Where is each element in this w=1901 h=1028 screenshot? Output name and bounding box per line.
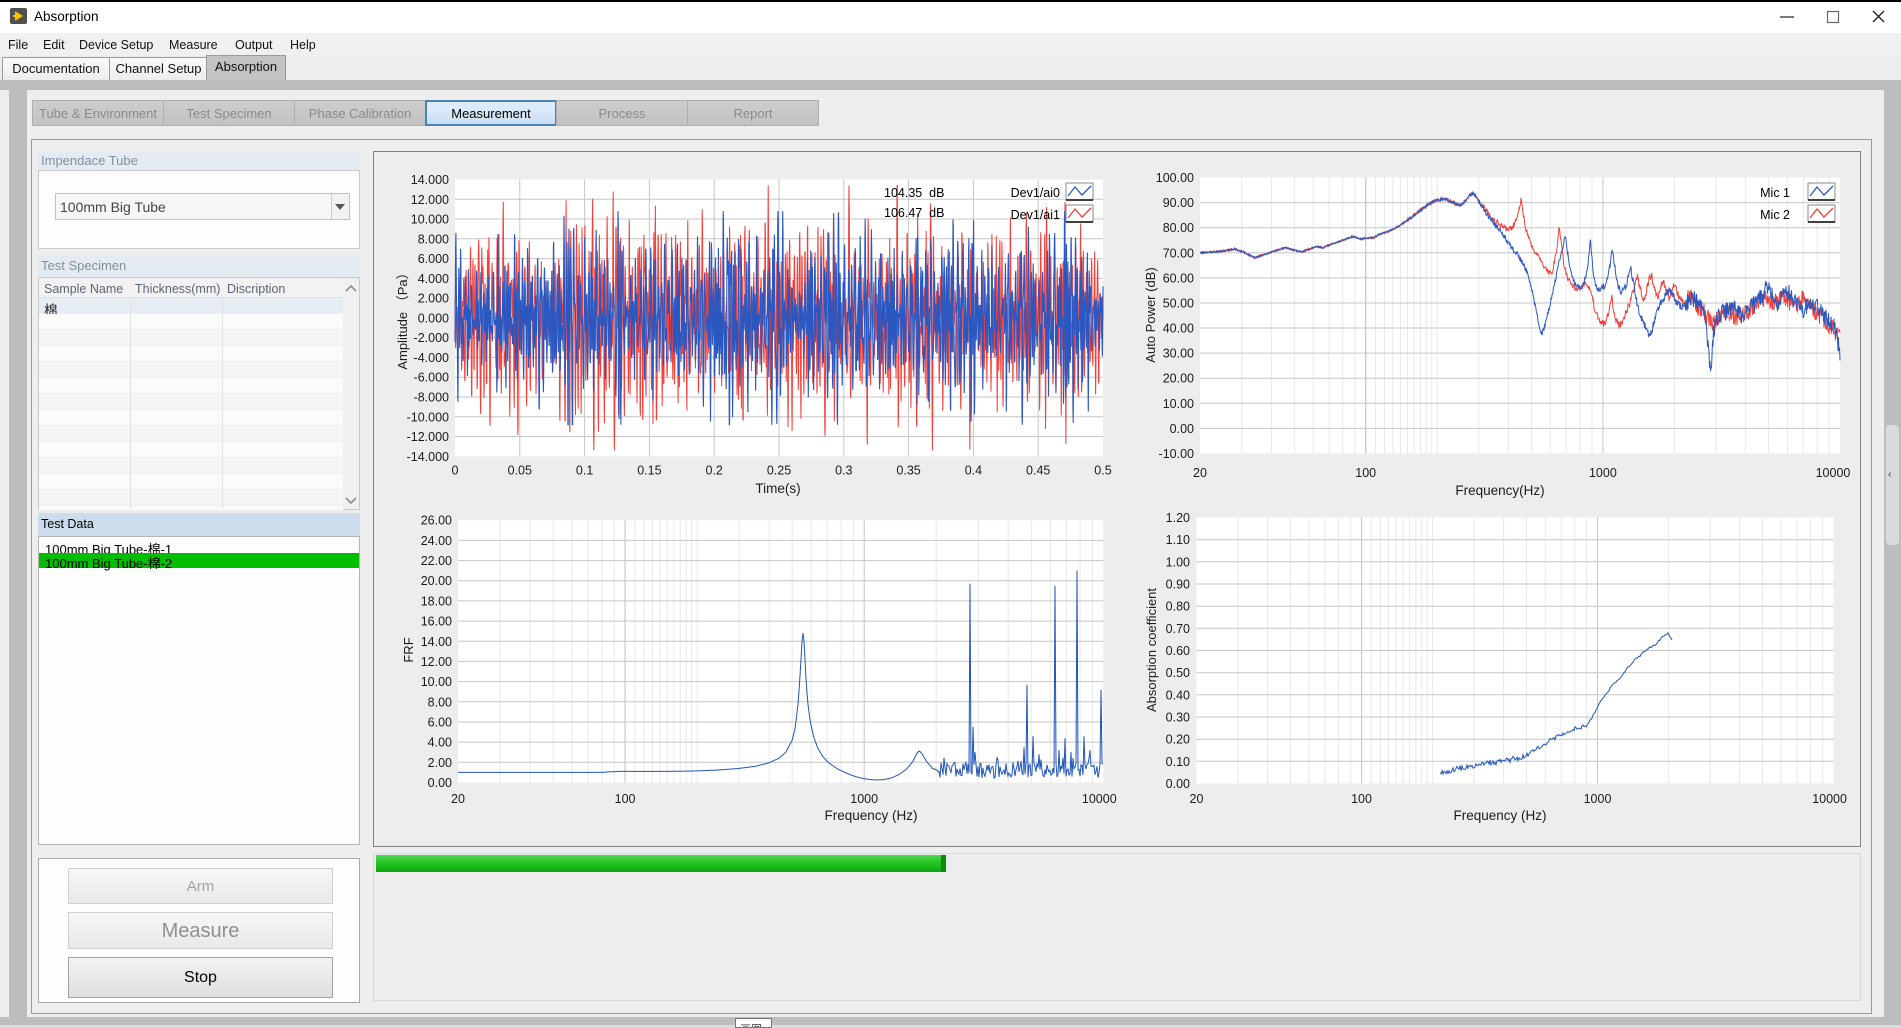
svg-text:Frequency(Hz): Frequency(Hz) — [1455, 483, 1544, 498]
svg-text:-8.000: -8.000 — [414, 391, 449, 405]
svg-text:Frequency (Hz): Frequency (Hz) — [1453, 808, 1546, 823]
svg-text:FRF: FRF — [401, 637, 416, 662]
svg-text:20: 20 — [451, 792, 465, 806]
svg-text:4.000: 4.000 — [418, 272, 449, 286]
svg-text:-10.000: -10.000 — [407, 410, 449, 424]
svg-text:0.25: 0.25 — [767, 464, 791, 478]
svg-text:-14.000: -14.000 — [407, 450, 449, 464]
svg-text:Amplitude （Pa）: Amplitude （Pa） — [395, 266, 410, 369]
svg-text:2.000: 2.000 — [418, 292, 449, 306]
svg-text:22.00: 22.00 — [421, 554, 452, 568]
svg-text:14.000: 14.000 — [411, 173, 449, 187]
svg-text:0.60: 0.60 — [1166, 644, 1190, 658]
svg-text:24.00: 24.00 — [421, 534, 452, 548]
svg-text:-10.00: -10.00 — [1159, 447, 1194, 461]
svg-text:70.00: 70.00 — [1163, 246, 1194, 260]
svg-text:4.00: 4.00 — [428, 736, 452, 750]
svg-text:80.00: 80.00 — [1163, 221, 1194, 235]
svg-text:0.3: 0.3 — [835, 464, 852, 478]
svg-text:0.2: 0.2 — [706, 464, 723, 478]
svg-text:0.000: 0.000 — [418, 311, 449, 325]
svg-text:20.00: 20.00 — [1163, 372, 1194, 386]
svg-text:1000: 1000 — [850, 792, 878, 806]
svg-text:8.00: 8.00 — [428, 695, 452, 709]
svg-text:0.30: 0.30 — [1166, 711, 1190, 725]
svg-text:0.50: 0.50 — [1166, 666, 1190, 680]
svg-text:0.45: 0.45 — [1026, 464, 1050, 478]
svg-text:Mic 2: Mic 2 — [1760, 208, 1790, 222]
svg-text:8.000: 8.000 — [418, 232, 449, 246]
svg-text:18.00: 18.00 — [421, 594, 452, 608]
svg-text:14.00: 14.00 — [421, 635, 452, 649]
svg-text:40.00: 40.00 — [1163, 322, 1194, 336]
svg-text:0.20: 0.20 — [1166, 733, 1190, 747]
svg-text:-2.000: -2.000 — [414, 331, 449, 345]
svg-text:2.00: 2.00 — [428, 756, 452, 770]
svg-text:1.20: 1.20 — [1166, 511, 1190, 525]
svg-text:0.1: 0.1 — [576, 464, 593, 478]
svg-text:0.70: 0.70 — [1166, 622, 1190, 636]
svg-text:Dev1/ai1: Dev1/ai1 — [1011, 208, 1060, 222]
svg-text:0.35: 0.35 — [896, 464, 920, 478]
svg-text:1000: 1000 — [1589, 466, 1617, 480]
svg-text:0.15: 0.15 — [637, 464, 661, 478]
svg-text:1000: 1000 — [1584, 792, 1612, 806]
svg-text:20: 20 — [1190, 792, 1204, 806]
svg-text:0.00: 0.00 — [1170, 422, 1194, 436]
svg-text:106.47 dB: 106.47 dB — [884, 206, 944, 220]
svg-text:100: 100 — [615, 792, 636, 806]
svg-text:10000: 10000 — [1816, 466, 1851, 480]
svg-text:0.00: 0.00 — [428, 776, 452, 790]
svg-text:100: 100 — [1351, 792, 1372, 806]
svg-text:10.00: 10.00 — [421, 675, 452, 689]
svg-text:-6.000: -6.000 — [414, 371, 449, 385]
svg-text:0.90: 0.90 — [1166, 578, 1190, 592]
svg-text:Absorption coefficient: Absorption coefficient — [1144, 588, 1159, 712]
svg-text:0.00: 0.00 — [1166, 777, 1190, 791]
svg-text:12.000: 12.000 — [411, 193, 449, 207]
svg-text:Auto Power (dB): Auto Power (dB) — [1143, 267, 1158, 362]
svg-text:-12.000: -12.000 — [407, 430, 449, 444]
svg-text:12.00: 12.00 — [421, 655, 452, 669]
svg-text:50.00: 50.00 — [1163, 297, 1194, 311]
svg-text:10000: 10000 — [1812, 792, 1847, 806]
svg-text:0.05: 0.05 — [508, 464, 532, 478]
svg-text:1.00: 1.00 — [1166, 555, 1190, 569]
svg-text:10000: 10000 — [1082, 792, 1117, 806]
svg-text:60.00: 60.00 — [1163, 271, 1194, 285]
svg-text:30.00: 30.00 — [1163, 347, 1194, 361]
svg-text:0.10: 0.10 — [1166, 755, 1190, 769]
svg-text:1.10: 1.10 — [1166, 533, 1190, 547]
svg-text:0.40: 0.40 — [1166, 688, 1190, 702]
svg-text:Time(s): Time(s) — [755, 481, 800, 496]
svg-text:6.00: 6.00 — [428, 716, 452, 730]
svg-text:10.000: 10.000 — [411, 213, 449, 227]
svg-text:100.00: 100.00 — [1156, 171, 1194, 185]
svg-text:20: 20 — [1193, 466, 1207, 480]
svg-text:0.4: 0.4 — [965, 464, 982, 478]
svg-text:0: 0 — [452, 464, 459, 478]
svg-text:Frequency (Hz): Frequency (Hz) — [824, 808, 917, 823]
svg-text:16.00: 16.00 — [421, 615, 452, 629]
svg-text:-4.000: -4.000 — [414, 351, 449, 365]
svg-text:104.35 dB: 104.35 dB — [884, 186, 944, 200]
svg-text:Mic 1: Mic 1 — [1760, 186, 1790, 200]
svg-text:20.00: 20.00 — [421, 574, 452, 588]
svg-text:26.00: 26.00 — [421, 514, 452, 528]
svg-text:0.5: 0.5 — [1094, 464, 1111, 478]
svg-text:90.00: 90.00 — [1163, 196, 1194, 210]
svg-text:10.00: 10.00 — [1163, 397, 1194, 411]
svg-text:6.000: 6.000 — [418, 252, 449, 266]
svg-text:Dev1/ai0: Dev1/ai0 — [1011, 186, 1060, 200]
svg-text:100: 100 — [1355, 466, 1376, 480]
svg-text:0.80: 0.80 — [1166, 600, 1190, 614]
